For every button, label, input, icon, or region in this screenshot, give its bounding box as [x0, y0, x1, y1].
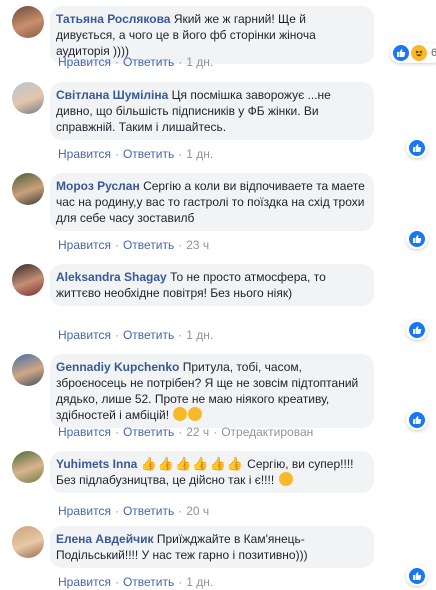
- reply-link[interactable]: Ответить: [123, 504, 174, 518]
- comment-bubble: Мороз Руслан Сергію а коли ви відпочивае…: [50, 173, 374, 231]
- like-link[interactable]: Нравится: [58, 147, 111, 161]
- comment-time[interactable]: 1 дн.: [186, 328, 213, 342]
- comment-time[interactable]: 1 дн.: [186, 575, 213, 589]
- reaction-count: 6: [431, 47, 436, 59]
- like-link[interactable]: Нравится: [58, 238, 111, 252]
- haha-icon: [411, 45, 427, 61]
- comment-actions: Нравится · Ответить · 23 ч: [58, 238, 210, 252]
- edited-label[interactable]: Отредактирован: [221, 425, 313, 439]
- comment-bubble: Елена Авдейчик Приїжджайте в Кам'янець-П…: [50, 526, 374, 568]
- avatar[interactable]: [12, 82, 44, 114]
- comment-author[interactable]: Татьяна Рослякова: [56, 12, 170, 26]
- reply-link[interactable]: Ответить: [123, 147, 174, 161]
- like-icon: [409, 231, 425, 247]
- thumbs-up-emoji-icon: 👍: [226, 456, 243, 471]
- comment-bubble: Yuhimets Inna 👍👍👍👍👍👍 Сергію, ви супер!!!…: [50, 451, 374, 493]
- avatar[interactable]: [12, 451, 44, 483]
- comment-bubble: Світлана Шуміліна Ця посмішка заворожує …: [50, 82, 374, 140]
- reaction-summary[interactable]: [406, 229, 428, 249]
- comment-bubble: Gennadiy Kupchenko Притула, тобі, часом,…: [50, 354, 374, 428]
- comment-author[interactable]: Мороз Руслан: [56, 179, 140, 193]
- comment-actions: Нравится · Ответить · 20 ч: [58, 504, 210, 518]
- reply-link[interactable]: Ответить: [123, 575, 174, 589]
- thumbs-up-emoji-icon: 👍: [175, 456, 192, 471]
- thumbs-up-emoji-icon: 👍: [157, 456, 175, 471]
- reaction-summary[interactable]: 6: [390, 43, 436, 63]
- reply-link[interactable]: Ответить: [123, 328, 174, 342]
- reaction-summary[interactable]: [406, 138, 428, 158]
- like-link[interactable]: Нравится: [58, 425, 111, 439]
- comment-actions: Нравится · Ответить · 22 ч · Отредактирован: [58, 425, 314, 439]
- comment-author[interactable]: Елена Авдейчик: [56, 532, 153, 546]
- like-link[interactable]: Нравится: [58, 55, 111, 69]
- comment-actions: Нравится · Ответить · 1 дн.: [58, 575, 214, 589]
- like-icon: [409, 568, 425, 584]
- like-icon: [409, 140, 425, 156]
- comment-actions: Нравится · Ответить · 1 дн.: [58, 147, 214, 161]
- smile-emoji-icon: [188, 407, 203, 421]
- like-icon: [409, 412, 425, 428]
- reaction-summary[interactable]: [406, 410, 428, 430]
- comment-author[interactable]: Yuhimets Inna: [56, 457, 137, 471]
- like-icon: [393, 45, 409, 61]
- comment-author[interactable]: Gennadiy Kupchenko: [56, 360, 179, 374]
- comment-time[interactable]: 23 ч: [186, 238, 209, 252]
- thumbs-up-emoji-icon: 👍: [209, 456, 226, 471]
- like-icon: [409, 322, 425, 338]
- like-link[interactable]: Нравится: [58, 328, 111, 342]
- comment-author[interactable]: Aleksandra Shagay: [56, 270, 167, 284]
- reply-link[interactable]: Ответить: [123, 55, 174, 69]
- comment-time[interactable]: 20 ч: [186, 504, 209, 518]
- like-link[interactable]: Нравится: [58, 504, 111, 518]
- avatar[interactable]: [12, 354, 44, 386]
- like-link[interactable]: Нравится: [58, 575, 111, 589]
- smile-emoji-icon: [173, 407, 188, 421]
- reply-link[interactable]: Ответить: [123, 425, 174, 439]
- avatar[interactable]: [12, 526, 44, 558]
- comment-time[interactable]: 1 дн.: [186, 147, 213, 161]
- comment-bubble: Aleksandra Shagay То не просто атмосфера…: [50, 264, 374, 306]
- avatar[interactable]: [12, 264, 44, 296]
- reaction-summary[interactable]: [406, 320, 428, 340]
- reaction-summary[interactable]: [406, 566, 428, 586]
- comment-author[interactable]: Світлана Шуміліна: [56, 88, 168, 102]
- comment-actions: Нравится · Ответить · 1 дн.: [58, 328, 214, 342]
- comment-time[interactable]: 22 ч: [186, 425, 209, 439]
- thumbs-up-emoji-icon: 👍: [192, 456, 209, 471]
- avatar[interactable]: [12, 173, 44, 205]
- smile-emoji-icon: [278, 472, 293, 486]
- thumbs-up-emoji-icon: 👍: [140, 456, 157, 471]
- comment-time[interactable]: 1 дн.: [186, 55, 213, 69]
- comment-actions: Нравится · Ответить · 1 дн.: [58, 55, 214, 69]
- reply-link[interactable]: Ответить: [123, 238, 174, 252]
- avatar[interactable]: [12, 6, 44, 38]
